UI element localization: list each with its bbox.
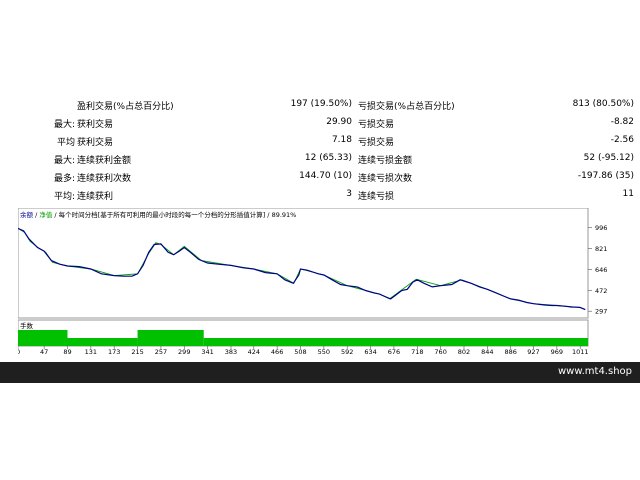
stats-prefix: 最大: — [53, 156, 75, 166]
lots-panel-label: 手数 — [20, 321, 34, 330]
x-tick-label: 844 — [481, 348, 493, 356]
y-tick-label: 996 — [595, 224, 607, 232]
x-tick-label: 508 — [294, 348, 306, 356]
stats-value-left: 12 (65.33) — [304, 153, 352, 163]
stats-value-right: -2.56 — [610, 135, 634, 145]
x-axis-ticks: 0 47 89 131 173 215 257 299 341 383 424 466 508 550 59… — [16, 346, 589, 356]
stats-prefix: 平均 — [56, 138, 75, 148]
footer-bar: www.mt4.shop — [0, 362, 640, 383]
stats-value-right: 11 — [622, 189, 634, 199]
x-tick-label: 173 — [108, 348, 120, 356]
stats-label-left: 盈利交易(%占总百分比) — [77, 102, 174, 112]
stats-label-right: 亏损交易 — [358, 120, 395, 130]
stats-row: 平均: 连续获利 3 连续亏损 11 — [0, 186, 640, 204]
lots-bar — [18, 330, 68, 346]
model-description: 每个时间分档[基于所有可利用的最小时段的每一个分档的分形插值计算] — [59, 210, 266, 219]
x-tick-label: 634 — [364, 348, 376, 356]
stats-value-right: 52 (-95.12) — [583, 153, 634, 163]
x-tick-label: 383 — [225, 348, 237, 356]
stats-label-right: 连续亏损次数 — [358, 174, 413, 184]
x-tick-label: 760 — [434, 348, 446, 356]
balance-chart: 余额 / 净值 / 每个时间分档[基于所有可利用的最小时段的每一个分档的分形插值… — [16, 207, 608, 358]
balance-chart-svg: 余额 / 净值 / 每个时间分档[基于所有可利用的最小时段的每一个分档的分形插值… — [16, 207, 607, 356]
stats-label-right: 连续亏损金额 — [358, 156, 413, 166]
stats-prefix: 最多: — [53, 174, 75, 184]
x-tick-label: 47 — [40, 348, 48, 356]
chart-header: 余额 / 净值 / 每个时间分档[基于所有可利用的最小时段的每一个分档的分形插值… — [20, 210, 296, 219]
x-tick-label: 131 — [85, 348, 97, 356]
x-tick-label: 550 — [318, 348, 330, 356]
stats-value-left: 7.18 — [331, 135, 352, 145]
lots-bar — [67, 338, 138, 346]
stats-value-right: 813 (80.50%) — [572, 99, 634, 109]
stats-label-left: 连续获利金额 — [77, 156, 132, 166]
y-axis-ticks: 996 821 646 472 297 — [588, 224, 607, 316]
lots-bar — [203, 338, 589, 346]
x-tick-label: 466 — [271, 348, 283, 356]
stats-label-left: 获利交易 — [77, 120, 114, 130]
stats-row: 盈利交易(%占总百分比) 197 (19.50%) 亏损交易(%占总百分比) 8… — [0, 96, 640, 114]
x-tick-label: 802 — [458, 348, 470, 356]
x-tick-label: 592 — [341, 348, 353, 356]
x-tick-label: 341 — [201, 348, 213, 356]
x-tick-label: 718 — [411, 348, 423, 356]
modeling-quality: 89.91% — [272, 211, 297, 219]
x-tick-label: 969 — [551, 348, 563, 356]
equity-legend-label: 净值 — [39, 210, 53, 219]
lots-bar — [137, 330, 204, 346]
x-tick-label: 1011 — [572, 348, 589, 356]
y-tick-label: 821 — [595, 245, 607, 253]
x-tick-label: 215 — [131, 348, 143, 356]
y-tick-label: 297 — [595, 308, 607, 316]
brand-text: www.mt4.shop — [557, 366, 632, 377]
main-plot-frame — [17, 207, 589, 319]
stats-value-left: 197 (19.50%) — [290, 99, 352, 109]
x-tick-label: 927 — [527, 348, 539, 356]
balance-legend-label: 余额 — [20, 210, 34, 219]
stats-prefix: 最大: — [53, 120, 75, 130]
stats-value-right: -197.86 (35) — [577, 171, 634, 181]
x-tick-label: 89 — [63, 348, 71, 356]
x-tick-label: 886 — [504, 348, 516, 356]
stats-row: 平均 获利交易 7.18 亏损交易 -2.56 — [0, 132, 640, 150]
stats-value-left: 144.70 (10) — [299, 171, 352, 181]
y-tick-label: 472 — [595, 287, 607, 295]
stats-label-left: 连续获利 — [77, 192, 114, 202]
stats-label-left: 连续获利次数 — [77, 174, 132, 184]
stats-value-left: 29.90 — [326, 117, 352, 127]
x-tick-label: 424 — [248, 348, 260, 356]
y-tick-label: 646 — [595, 266, 607, 274]
x-tick-label: 257 — [155, 348, 167, 356]
stats-label-left: 获利交易 — [77, 138, 114, 148]
stats-row: 最大: 连续获利金额 12 (65.33) 连续亏损金额 52 (-95.12) — [0, 150, 640, 168]
stats-row: 最多: 连续获利次数 144.70 (10) 连续亏损次数 -197.86 (3… — [0, 168, 640, 186]
x-tick-label: 0 — [18, 348, 20, 356]
trade-stats-panel: 盈利交易(%占总百分比) 197 (19.50%) 亏损交易(%占总百分比) 8… — [0, 96, 640, 208]
stats-value-left: 3 — [346, 189, 352, 199]
x-tick-label: 299 — [178, 348, 190, 356]
stats-label-right: 连续亏损 — [358, 192, 395, 202]
stats-row: 最大: 获利交易 29.90 亏损交易 -8.82 — [0, 114, 640, 132]
stats-label-right: 亏损交易(%占总百分比) — [358, 102, 455, 112]
stats-value-right: -8.82 — [610, 117, 634, 127]
x-tick-label: 676 — [388, 348, 400, 356]
stats-prefix: 平均: — [53, 192, 75, 202]
stats-label-right: 亏损交易 — [358, 138, 395, 148]
